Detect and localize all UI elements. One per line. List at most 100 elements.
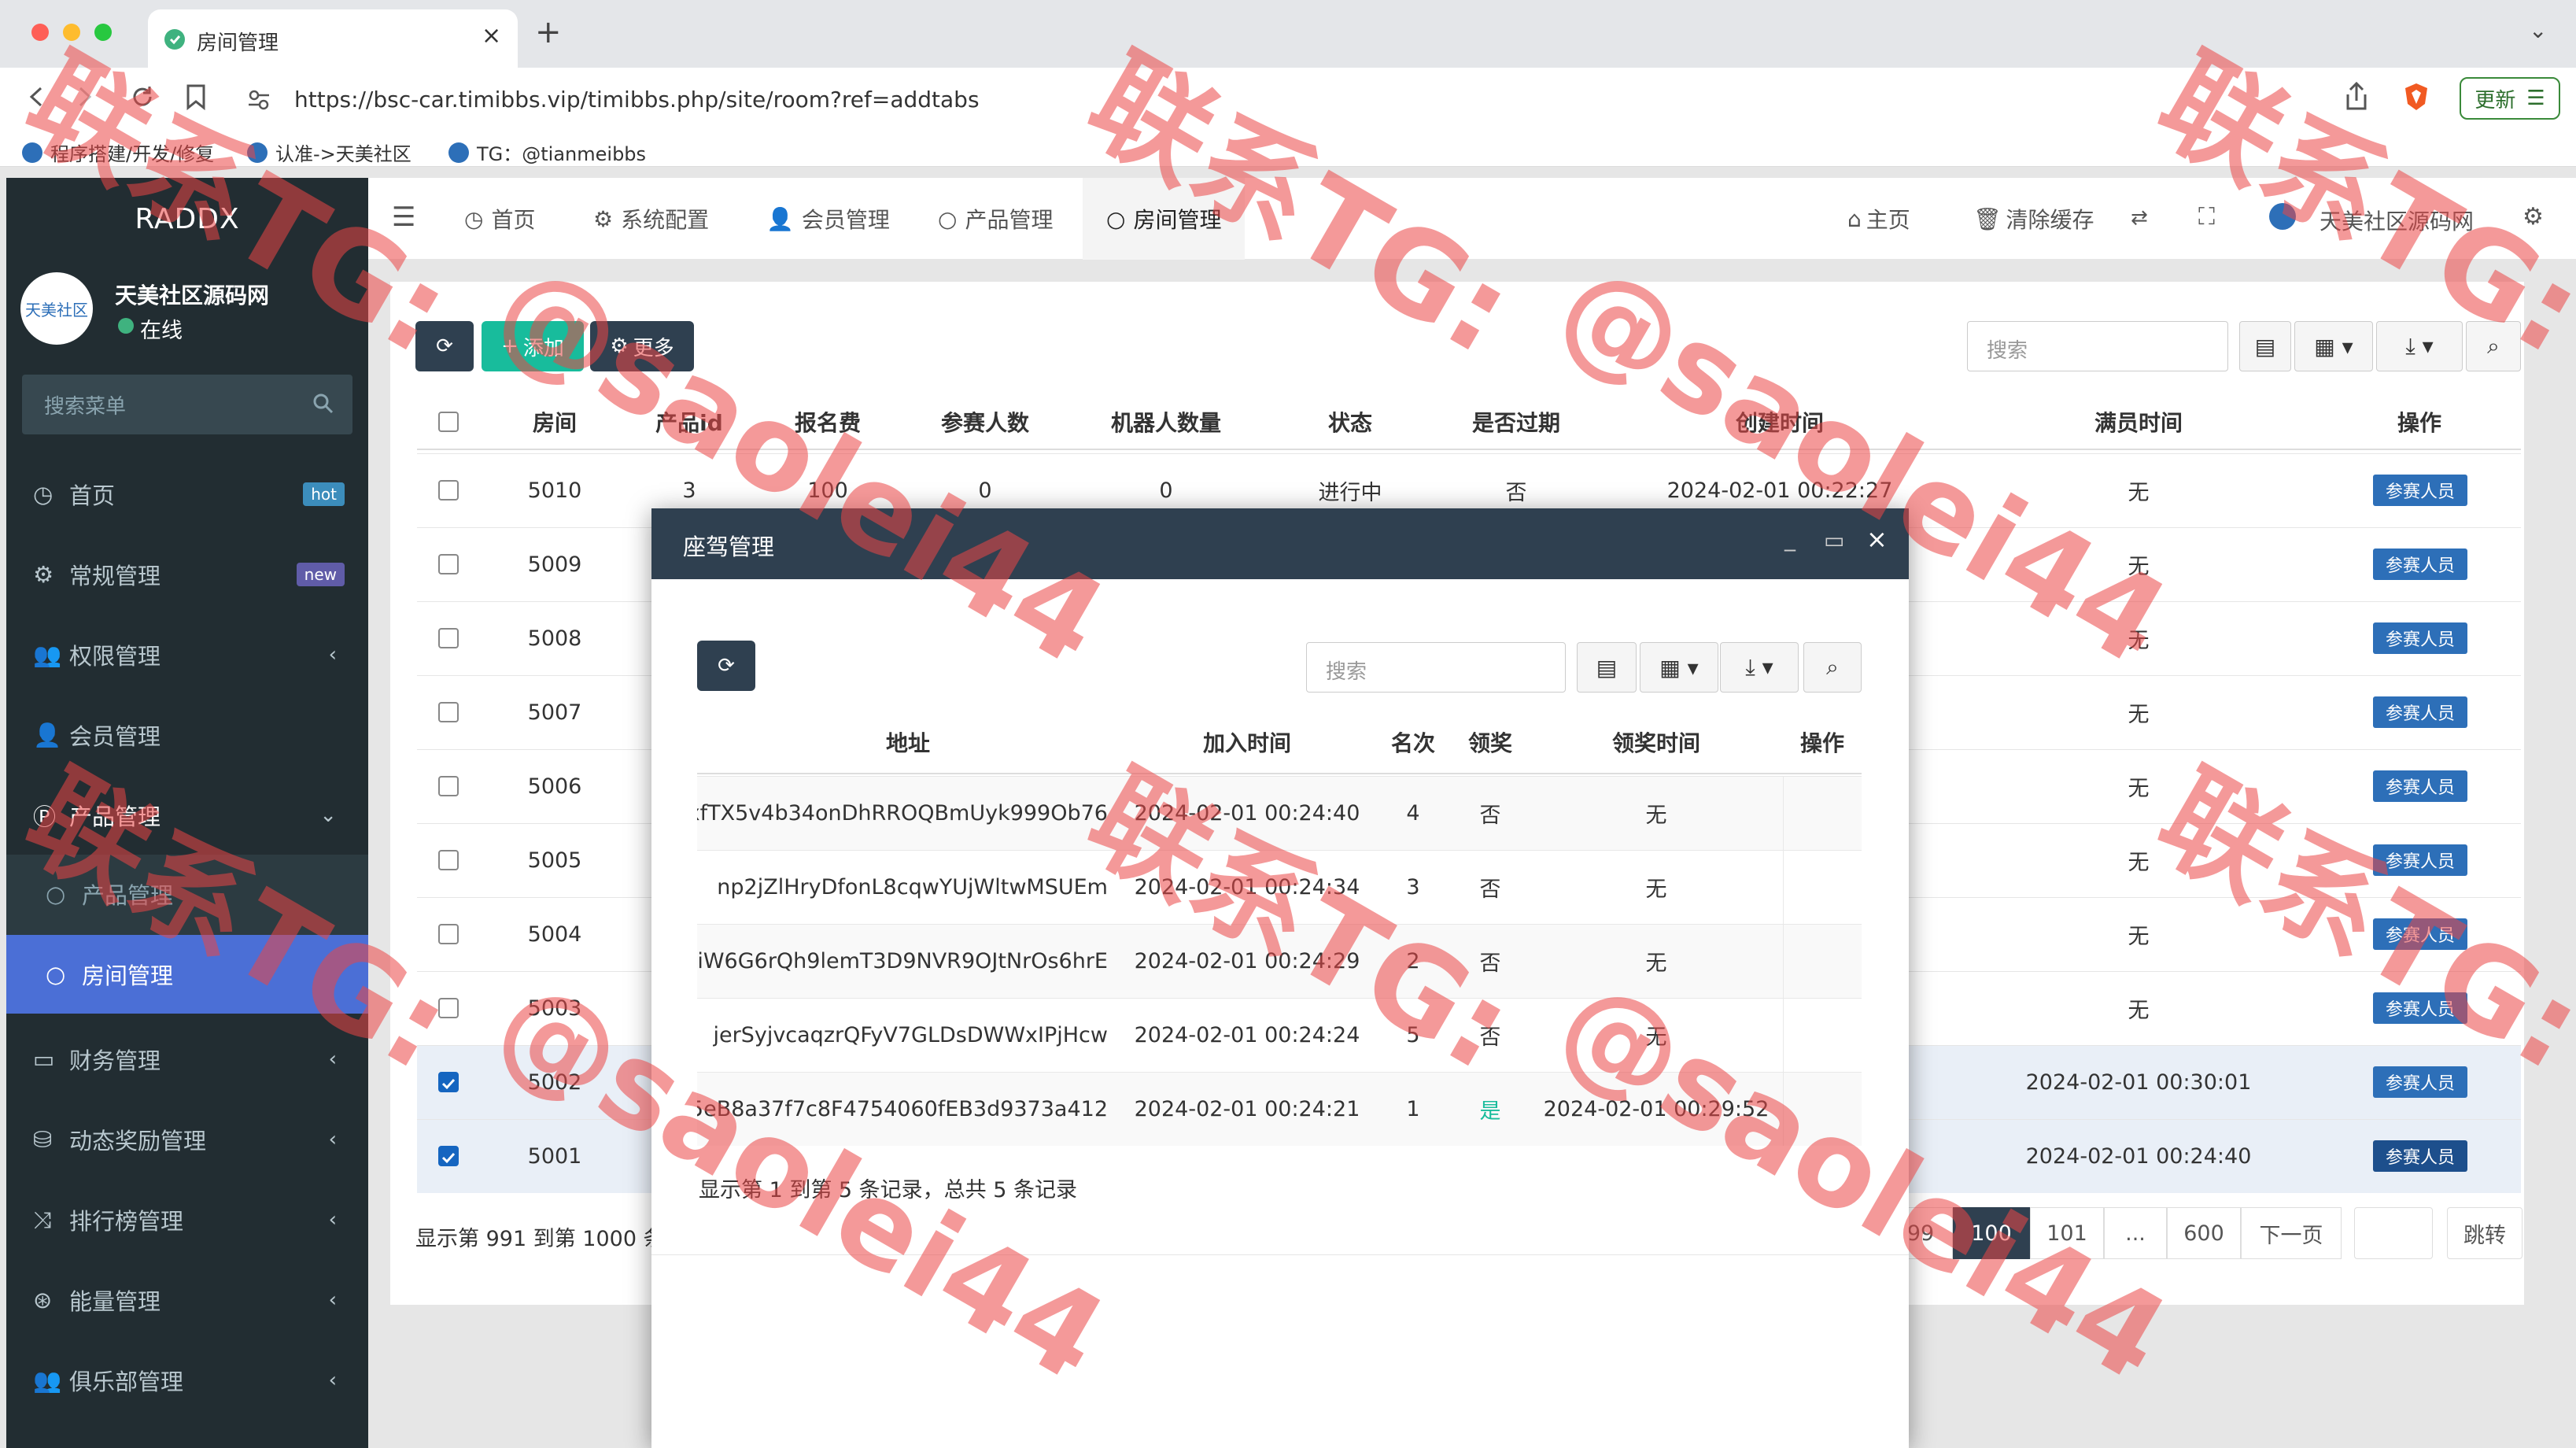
bookmark-item[interactable]: 程序搭建/开发/修复 (22, 139, 214, 166)
row-checkbox[interactable] (438, 1146, 459, 1166)
column-header[interactable]: 领奖时间 (1530, 710, 1783, 774)
bookmark-icon[interactable] (186, 83, 206, 110)
browser-tab[interactable]: 房间管理 × (148, 9, 518, 68)
tab-products[interactable]: ○ 产品管理 (914, 178, 1076, 260)
modal-refresh-button[interactable]: ⟳ (697, 641, 755, 691)
sidebar-item-products[interactable]: Ⓟ 产品管理 ⌄ (6, 776, 368, 855)
sidebar-toggle-icon[interactable]: ☰ (392, 201, 415, 233)
column-header[interactable]: 产品id (629, 393, 749, 450)
modal-export-button[interactable]: ⤓ ▾ (1720, 642, 1799, 693)
search-button[interactable]: ⌕ (2466, 321, 2521, 371)
jump-page-input[interactable] (2354, 1207, 2433, 1259)
tab-system-config[interactable]: ⚙ 系统配置 (570, 178, 733, 260)
chevron-down-icon[interactable]: ⌄ (2529, 17, 2547, 43)
toggle-view-button[interactable]: ▤ (2239, 321, 2291, 371)
select-all-checkbox[interactable] (438, 412, 459, 432)
sidebar-item-rewards[interactable]: ⛁ 动态奖励管理 ‹ (6, 1100, 368, 1179)
page-link-active[interactable]: 100 (1953, 1207, 2030, 1259)
modal-columns-button[interactable]: ▦ ▾ (1640, 642, 1718, 693)
bookmark-item[interactable]: 认准->天美社区 (247, 139, 411, 166)
forward-icon[interactable] (72, 85, 96, 109)
home-link[interactable]: ⌂ 主页 (1835, 178, 1923, 260)
tab-rooms[interactable]: ○ 房间管理 (1083, 178, 1246, 260)
sidebar-subitem-products[interactable]: ○ 产品管理 (6, 855, 368, 933)
close-icon[interactable]: × (1866, 524, 1888, 554)
row-checkbox[interactable] (438, 480, 459, 501)
sidebar-item-permissions[interactable]: 👥 权限管理 ‹ (6, 615, 368, 694)
participants-button[interactable]: 参赛人员 (2373, 475, 2467, 506)
sidebar-subitem-rooms[interactable]: ○ 房间管理 (6, 935, 368, 1014)
row-checkbox[interactable] (438, 776, 459, 796)
share-icon[interactable] (2345, 82, 2368, 112)
participants-button[interactable]: 参赛人员 (2373, 844, 2467, 876)
jump-button[interactable]: 跳转 (2447, 1207, 2522, 1259)
site-settings-icon[interactable] (247, 88, 271, 112)
brave-shield-icon[interactable] (2403, 82, 2430, 112)
maximize-icon[interactable]: ▭ (1824, 527, 1844, 553)
column-header[interactable]: 名次 (1375, 710, 1451, 774)
sidebar-item-clubs[interactable]: 👥 俱乐部管理 ‹ (6, 1341, 368, 1420)
sidebar-item-finance[interactable]: ▭ 财务管理 ‹ (6, 1020, 368, 1099)
zoom-window-button[interactable] (94, 24, 112, 41)
refresh-button[interactable]: ⟳ (415, 321, 474, 371)
modal-toggle-view-button[interactable]: ▤ (1577, 642, 1637, 693)
menu-search-input[interactable]: 搜索菜单 (22, 375, 352, 434)
address-bar[interactable]: https://bsc-car.timibbs.vip/timibbs.php/… (230, 77, 2433, 123)
participants-button[interactable]: 参赛人员 (2373, 1066, 2467, 1098)
column-header[interactable]: 房间 (480, 393, 629, 450)
table-search-input[interactable]: 搜索 (1967, 321, 2228, 371)
participants-button[interactable]: 参赛人员 (2373, 1140, 2467, 1172)
sidebar-item-members[interactable]: 👤 会员管理 (6, 696, 368, 774)
bookmark-item[interactable]: TG：@tianmeibbs (448, 139, 646, 166)
fullscreen-icon[interactable]: ⛶ (2198, 203, 2215, 231)
sidebar-item-general[interactable]: ⚙ 常规管理 new (6, 535, 368, 614)
row-checkbox[interactable] (438, 702, 459, 722)
clear-cache-button[interactable]: 🗑 清除缓存 (1961, 178, 2107, 260)
column-header[interactable]: 是否过期 (1432, 393, 1600, 450)
settings-icon[interactable]: ⚙ (2522, 203, 2544, 231)
column-header[interactable]: 参赛人数 (906, 393, 1064, 450)
participants-button[interactable]: 参赛人员 (2373, 918, 2467, 950)
tab-members[interactable]: 👤 会员管理 (743, 178, 913, 260)
page-link[interactable]: 101 (2030, 1207, 2104, 1259)
minimize-icon[interactable]: _ (1784, 526, 1795, 552)
column-header[interactable]: 领奖 (1451, 710, 1530, 774)
minimize-window-button[interactable] (63, 24, 80, 41)
columns-button[interactable]: ▦ ▾ (2294, 321, 2373, 371)
column-header[interactable]: 满员时间 (1959, 393, 2318, 450)
update-button[interactable]: 更新 ☰ (2460, 77, 2560, 120)
column-header[interactable]: 机器人数量 (1064, 393, 1268, 450)
close-tab-icon[interactable]: × (482, 22, 501, 50)
row-checkbox[interactable] (438, 628, 459, 648)
close-window-button[interactable] (31, 24, 49, 41)
column-header[interactable]: 加入时间 (1119, 710, 1375, 774)
sidebar-item-energy[interactable]: ⊛ 能量管理 ‹ (6, 1261, 368, 1339)
row-checkbox[interactable] (438, 554, 459, 574)
participants-button[interactable]: 参赛人员 (2373, 622, 2467, 654)
modal-search-button[interactable]: ⌕ (1803, 642, 1862, 693)
tab-home[interactable]: ◷ 首页 (441, 178, 559, 260)
new-tab-icon[interactable]: + (535, 14, 562, 50)
column-header[interactable]: 报名费 (749, 393, 906, 450)
participants-button[interactable]: 参赛人员 (2373, 549, 2467, 580)
column-header[interactable]: 创建时间 (1600, 393, 1959, 450)
back-icon[interactable] (25, 85, 49, 109)
user-menu[interactable]: 天美社区源码网 (2320, 205, 2474, 236)
translate-icon[interactable]: ⇄ (2131, 206, 2148, 230)
column-header[interactable]: 状态 (1268, 393, 1432, 450)
modal-search-input[interactable]: 搜索 (1306, 642, 1566, 693)
participants-button[interactable]: 参赛人员 (2373, 696, 2467, 728)
add-button[interactable]: + 添加 (482, 321, 584, 371)
row-checkbox[interactable] (438, 850, 459, 870)
row-checkbox[interactable] (438, 924, 459, 944)
more-button[interactable]: ⚙ 更多 (590, 321, 694, 371)
participants-button[interactable]: 参赛人员 (2373, 770, 2467, 802)
user-avatar-icon[interactable] (2269, 203, 2296, 230)
sidebar-item-home[interactable]: ◷ 首页 hot (6, 455, 368, 534)
sidebar-item-ranking[interactable]: ⤨ 排行榜管理 ‹ (6, 1180, 368, 1259)
row-checkbox[interactable] (438, 1072, 459, 1092)
column-header[interactable]: 地址 (697, 710, 1119, 774)
next-page-link[interactable]: 下一页 (2241, 1207, 2342, 1259)
reload-icon[interactable] (129, 83, 156, 110)
page-link[interactable]: 600 (2167, 1207, 2241, 1259)
